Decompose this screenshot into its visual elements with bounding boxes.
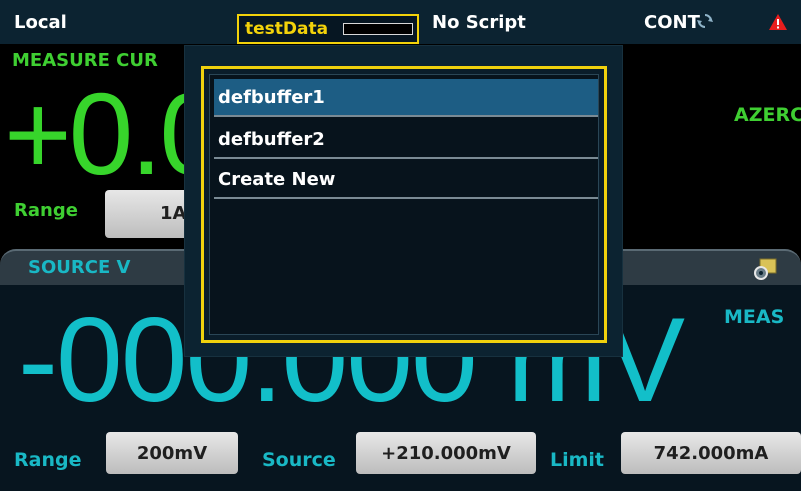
source-function-label: SOURCE V (28, 257, 131, 278)
buffer-list-frame: defbuffer1 defbuffer2 Create New (201, 66, 607, 343)
continuous-refresh-icon (697, 14, 713, 28)
measure-range-value: 1A (160, 203, 187, 224)
script-status-label[interactable]: No Script (432, 12, 526, 34)
measure-function-label[interactable]: MEASURE CUR (12, 50, 158, 71)
buffer-list-item-defbuffer1[interactable]: defbuffer1 (214, 79, 598, 117)
buffer-fill-indicator (343, 23, 413, 35)
source-level-label: Source (262, 449, 336, 471)
measure-range-label: Range (14, 200, 78, 221)
source-range-button[interactable]: 200mV (106, 432, 238, 474)
measure-range-button[interactable]: 1A (105, 190, 195, 238)
active-buffer-name: testData (245, 19, 329, 39)
limit-button[interactable]: 742.000mA (621, 432, 801, 474)
buffer-selector[interactable]: testData (237, 14, 419, 44)
source-range-label: Range (14, 449, 82, 471)
warning-icon[interactable] (768, 13, 788, 31)
limit-label: Limit (550, 449, 605, 471)
local-status-label: Local (14, 12, 67, 33)
settings-gear-icon[interactable] (752, 257, 778, 281)
trigger-mode-label[interactable]: CONT (644, 12, 700, 34)
buffer-list-item-create-new[interactable]: Create New (214, 161, 598, 199)
buffer-list: defbuffer1 defbuffer2 Create New (209, 74, 599, 335)
autozero-indicator: AZERC (734, 104, 801, 126)
status-bar: Local testData No Script CONT (0, 0, 801, 44)
buffer-select-popup: defbuffer1 defbuffer2 Create New (185, 46, 622, 356)
source-level-button[interactable]: +210.000mV (356, 432, 536, 474)
buffer-list-item-defbuffer2[interactable]: defbuffer2 (214, 121, 598, 159)
meas-indicator: MEAS (724, 306, 785, 328)
